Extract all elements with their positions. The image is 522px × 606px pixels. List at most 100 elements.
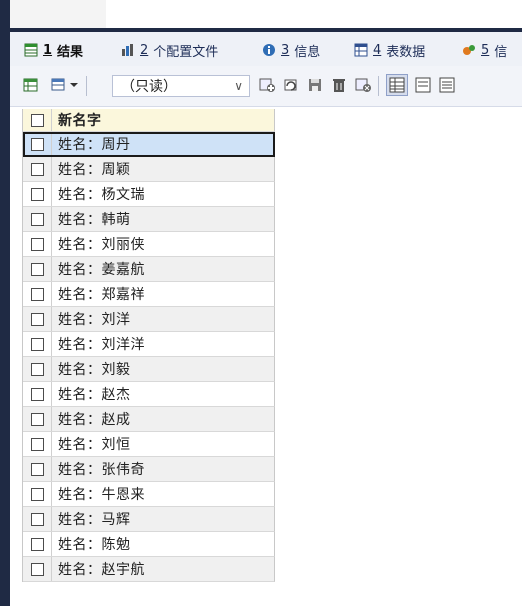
name-cell[interactable]: 姓名：刘恒 bbox=[52, 434, 131, 454]
row-checkbox-cell[interactable] bbox=[23, 182, 52, 206]
name-cell[interactable]: 姓名：韩萌 bbox=[52, 209, 131, 229]
row-checkbox[interactable] bbox=[30, 462, 44, 476]
name-cell[interactable]: 姓名：刘毅 bbox=[52, 359, 131, 379]
table-row[interactable]: 姓名：马辉 bbox=[23, 507, 275, 532]
status-icon bbox=[462, 43, 476, 57]
row-checkbox-cell[interactable] bbox=[23, 207, 52, 231]
table-row[interactable]: 姓名：陈勉 bbox=[23, 532, 275, 557]
table-row[interactable]: 姓名：赵杰 bbox=[23, 382, 275, 407]
chevron-down-icon[interactable] bbox=[68, 76, 80, 94]
name-cell[interactable]: 姓名：姜嘉航 bbox=[52, 259, 145, 279]
row-checkbox-cell[interactable] bbox=[23, 482, 52, 506]
table-row[interactable]: 姓名：牛恩来 bbox=[23, 482, 275, 507]
text-view-icon[interactable] bbox=[438, 76, 456, 94]
row-checkbox[interactable] bbox=[30, 387, 44, 401]
row-checkbox[interactable] bbox=[30, 237, 44, 251]
form-view-icon[interactable] bbox=[414, 76, 432, 94]
row-checkbox[interactable] bbox=[30, 162, 44, 176]
table-row[interactable]: 姓名：杨文瑞 bbox=[23, 182, 275, 207]
row-checkbox[interactable] bbox=[30, 537, 44, 551]
name-cell[interactable]: 姓名：周丹 bbox=[52, 134, 131, 154]
tab-status[interactable]: 5 信 bbox=[462, 38, 507, 62]
row-checkbox-cell[interactable] bbox=[23, 132, 52, 156]
table-row[interactable]: 姓名：韩萌 bbox=[23, 207, 275, 232]
read-only-mode-select[interactable]: （只读） ∨ bbox=[112, 75, 250, 97]
name-cell[interactable]: 姓名：马辉 bbox=[52, 509, 131, 529]
row-checkbox-cell[interactable] bbox=[23, 507, 52, 531]
row-checkbox[interactable] bbox=[30, 437, 44, 451]
table-data-icon bbox=[354, 43, 368, 57]
name-cell[interactable]: 姓名：刘洋洋 bbox=[52, 334, 145, 354]
row-checkbox-cell[interactable] bbox=[23, 532, 52, 556]
tab-number: 5 bbox=[481, 42, 490, 58]
select-all-cell[interactable] bbox=[23, 109, 52, 131]
row-checkbox-cell[interactable] bbox=[23, 557, 52, 581]
row-checkbox[interactable] bbox=[30, 287, 44, 301]
table-row[interactable]: 姓名：张伟奇 bbox=[23, 457, 275, 482]
name-cell[interactable]: 姓名：赵杰 bbox=[52, 384, 131, 404]
table-row[interactable]: 姓名：赵宇航 bbox=[23, 557, 275, 582]
row-checkbox[interactable] bbox=[30, 562, 44, 576]
tab-label: 个配置文件 bbox=[153, 44, 219, 60]
tab-results[interactable]: 1 结果 bbox=[24, 38, 83, 62]
row-checkbox[interactable] bbox=[30, 337, 44, 351]
row-checkbox[interactable] bbox=[30, 362, 44, 376]
name-cell[interactable]: 姓名：周颖 bbox=[52, 159, 131, 179]
row-checkbox-cell[interactable] bbox=[23, 232, 52, 256]
table-row[interactable]: 姓名：刘洋洋 bbox=[23, 332, 275, 357]
tab-profiles[interactable]: 2 个配置文件 bbox=[121, 38, 218, 62]
filter-menu-icon[interactable] bbox=[50, 76, 68, 94]
row-checkbox-cell[interactable] bbox=[23, 432, 52, 456]
table-row[interactable]: 姓名：刘丽侠 bbox=[23, 232, 275, 257]
name-cell[interactable]: 姓名：刘洋 bbox=[52, 309, 131, 329]
table-row[interactable]: 姓名：姜嘉航 bbox=[23, 257, 275, 282]
table-row[interactable]: 姓名：刘恒 bbox=[23, 432, 275, 457]
grid-view-icon[interactable] bbox=[386, 74, 408, 96]
table-row[interactable]: 姓名：郑嘉祥 bbox=[23, 282, 275, 307]
table-row[interactable]: 姓名：周颖 bbox=[23, 157, 275, 182]
row-checkbox-cell[interactable] bbox=[23, 282, 52, 306]
row-checkbox-cell[interactable] bbox=[23, 457, 52, 481]
table-row[interactable]: 姓名：赵成 bbox=[23, 407, 275, 432]
add-row-icon[interactable] bbox=[258, 76, 276, 94]
result-tabbar: 1 结果 2 个配置文件 3 信息 4 表数据 5 信 bbox=[10, 32, 522, 67]
name-cell[interactable]: 姓名：陈勉 bbox=[52, 534, 131, 554]
column-header-new-name[interactable]: 新名字 bbox=[52, 110, 102, 130]
table-row[interactable]: 姓名：周丹 bbox=[23, 132, 275, 157]
name-cell[interactable]: 姓名：张伟奇 bbox=[52, 459, 145, 479]
row-checkbox-cell[interactable] bbox=[23, 157, 52, 181]
table-row[interactable]: 姓名：刘洋 bbox=[23, 307, 275, 332]
tab-number: 2 bbox=[140, 42, 149, 58]
delete-icon[interactable] bbox=[330, 76, 348, 94]
row-checkbox[interactable] bbox=[30, 412, 44, 426]
row-checkbox[interactable] bbox=[30, 187, 44, 201]
tab-info[interactable]: 3 信息 bbox=[262, 38, 320, 62]
row-checkbox-cell[interactable] bbox=[23, 357, 52, 381]
name-cell[interactable]: 姓名：赵成 bbox=[52, 409, 131, 429]
export-grid-icon[interactable] bbox=[22, 76, 40, 94]
info-icon bbox=[262, 43, 276, 57]
row-checkbox-cell[interactable] bbox=[23, 407, 52, 431]
row-checkbox[interactable] bbox=[30, 512, 44, 526]
name-cell[interactable]: 姓名：郑嘉祥 bbox=[52, 284, 145, 304]
name-cell[interactable]: 姓名：牛恩来 bbox=[52, 484, 145, 504]
row-checkbox[interactable] bbox=[30, 487, 44, 501]
row-checkbox[interactable] bbox=[30, 262, 44, 276]
name-cell[interactable]: 姓名：赵宇航 bbox=[52, 559, 145, 579]
row-checkbox[interactable] bbox=[30, 312, 44, 326]
tab-table-data[interactable]: 4 表数据 bbox=[354, 38, 425, 62]
name-cell[interactable]: 姓名：刘丽侠 bbox=[52, 234, 145, 254]
row-checkbox-cell[interactable] bbox=[23, 382, 52, 406]
row-checkbox[interactable] bbox=[30, 137, 44, 151]
clear-icon[interactable] bbox=[354, 76, 372, 94]
row-checkbox-cell[interactable] bbox=[23, 332, 52, 356]
refresh-icon[interactable] bbox=[282, 76, 300, 94]
tab-label: 信息 bbox=[294, 44, 321, 60]
row-checkbox-cell[interactable] bbox=[23, 257, 52, 281]
row-checkbox[interactable] bbox=[30, 212, 44, 226]
name-cell[interactable]: 姓名：杨文瑞 bbox=[52, 184, 145, 204]
select-all-checkbox[interactable] bbox=[30, 113, 44, 127]
save-icon[interactable] bbox=[306, 76, 324, 94]
table-row[interactable]: 姓名：刘毅 bbox=[23, 357, 275, 382]
row-checkbox-cell[interactable] bbox=[23, 307, 52, 331]
